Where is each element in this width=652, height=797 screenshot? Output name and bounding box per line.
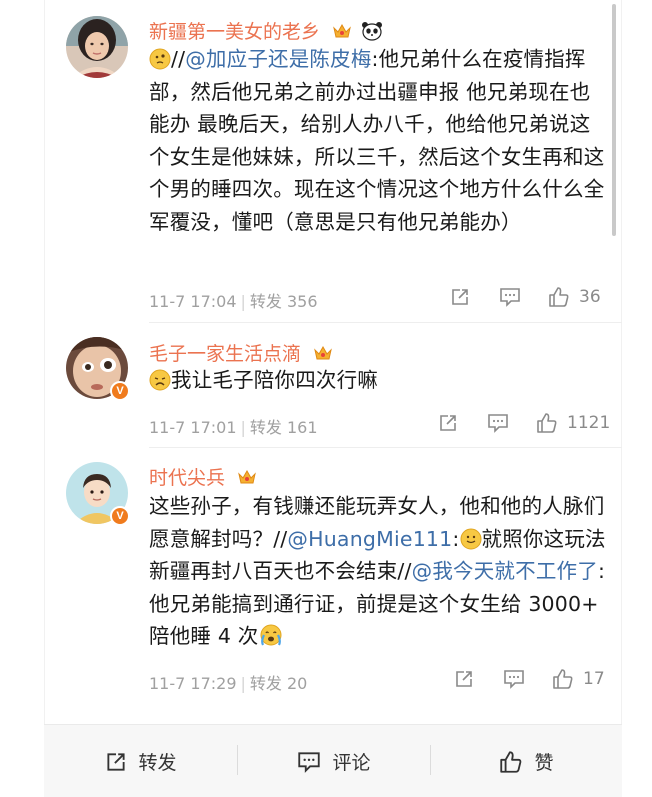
panda-badge-icon: [361, 21, 383, 41]
reply-button[interactable]: [498, 286, 522, 308]
crown-badge-icon: [313, 344, 333, 362]
share-button[interactable]: [453, 668, 475, 690]
comment-time: 11-7 17:29: [149, 674, 237, 693]
comment-time: 11-7 17:04: [149, 292, 237, 311]
thumbs-up-icon: [553, 669, 573, 689]
mention-link[interactable]: @HuangMie111: [287, 527, 452, 551]
crying-emoji-icon: [258, 623, 284, 647]
comment-button[interactable]: 评论: [237, 725, 430, 797]
like-button[interactable]: 赞: [430, 725, 622, 797]
weibo-comment-screen: 新疆第一美女的老乡 //@加应子还是陈皮梅:他兄弟什么在疫情指挥部，然后他兄弟之…: [0, 0, 652, 797]
share-icon: [456, 671, 472, 687]
comment-repost-count[interactable]: 转发 356: [250, 292, 318, 311]
thumbs-up-icon: [537, 413, 557, 433]
comment-username[interactable]: 新疆第一美女的老乡: [149, 17, 383, 44]
verified-badge-icon: V: [110, 506, 130, 526]
reply-button[interactable]: [502, 668, 526, 690]
thumbs-up-icon: [549, 287, 569, 307]
comment-icon: [298, 751, 321, 773]
comment-username[interactable]: 时代尖兵: [149, 463, 257, 490]
verified-badge-icon: V: [110, 381, 130, 401]
avatar[interactable]: [66, 16, 128, 78]
sad-emoji-icon: [149, 368, 171, 391]
comment-meta: 11-7 17:04 | 转发 356: [149, 288, 318, 312]
comment-divider: [149, 322, 622, 323]
like-button[interactable]: 36: [547, 285, 601, 309]
meta-separator: |: [240, 418, 246, 437]
comment-meta: 11-7 17:01 | 转发 161: [149, 414, 318, 438]
like-button[interactable]: 1121: [535, 411, 610, 435]
crown-badge-icon: [332, 22, 352, 40]
share-icon: [452, 289, 468, 305]
meta-separator: |: [240, 674, 246, 693]
crown-badge-icon: [237, 468, 257, 486]
comment-repost-count[interactable]: 转发 20: [250, 674, 307, 693]
scrollbar[interactable]: [612, 4, 616, 236]
comment-icon: [500, 288, 520, 307]
comment-time: 11-7 17:01: [149, 418, 237, 437]
comment-divider: [149, 447, 622, 448]
like-count: 1121: [567, 413, 611, 433]
comment-text: 我让毛子陪你四次行嘛: [149, 364, 607, 397]
mention-link[interactable]: @我今天就不工作了: [412, 559, 598, 583]
like-count: 17: [583, 669, 605, 689]
reply-button[interactable]: [486, 412, 510, 434]
smile-emoji-icon: [460, 527, 482, 550]
comment-icon: [504, 670, 524, 689]
thumbs-up-icon: [500, 750, 522, 773]
like-count: 36: [579, 287, 601, 307]
meta-separator: |: [240, 292, 246, 311]
comment-meta: 11-7 17:29 | 转发 20: [149, 670, 307, 694]
share-icon: [440, 415, 456, 431]
share-button[interactable]: [449, 286, 471, 308]
share-button[interactable]: [437, 412, 459, 434]
thinking-emoji-icon: [149, 47, 171, 70]
comment-username[interactable]: 毛子一家生活点滴: [149, 339, 333, 366]
share-icon: [107, 752, 126, 771]
comment-text: 这些孙子，有钱赚还能玩弄女人，他和他的人脉们愿意解封吗？//@HuangMie1…: [149, 494, 606, 649]
comment-icon: [488, 414, 508, 433]
bottom-action-bar: 转发 评论 赞: [44, 724, 622, 797]
comment-repost-count[interactable]: 转发 161: [250, 418, 318, 437]
like-button[interactable]: 17: [551, 667, 605, 691]
mention-link[interactable]: @加应子还是陈皮梅: [185, 47, 371, 71]
repost-button[interactable]: 转发: [44, 725, 237, 797]
comment-text: //@加应子还是陈皮梅:他兄弟什么在疫情指挥部，然后他兄弟之前办过出疆申报 他兄…: [149, 47, 605, 234]
